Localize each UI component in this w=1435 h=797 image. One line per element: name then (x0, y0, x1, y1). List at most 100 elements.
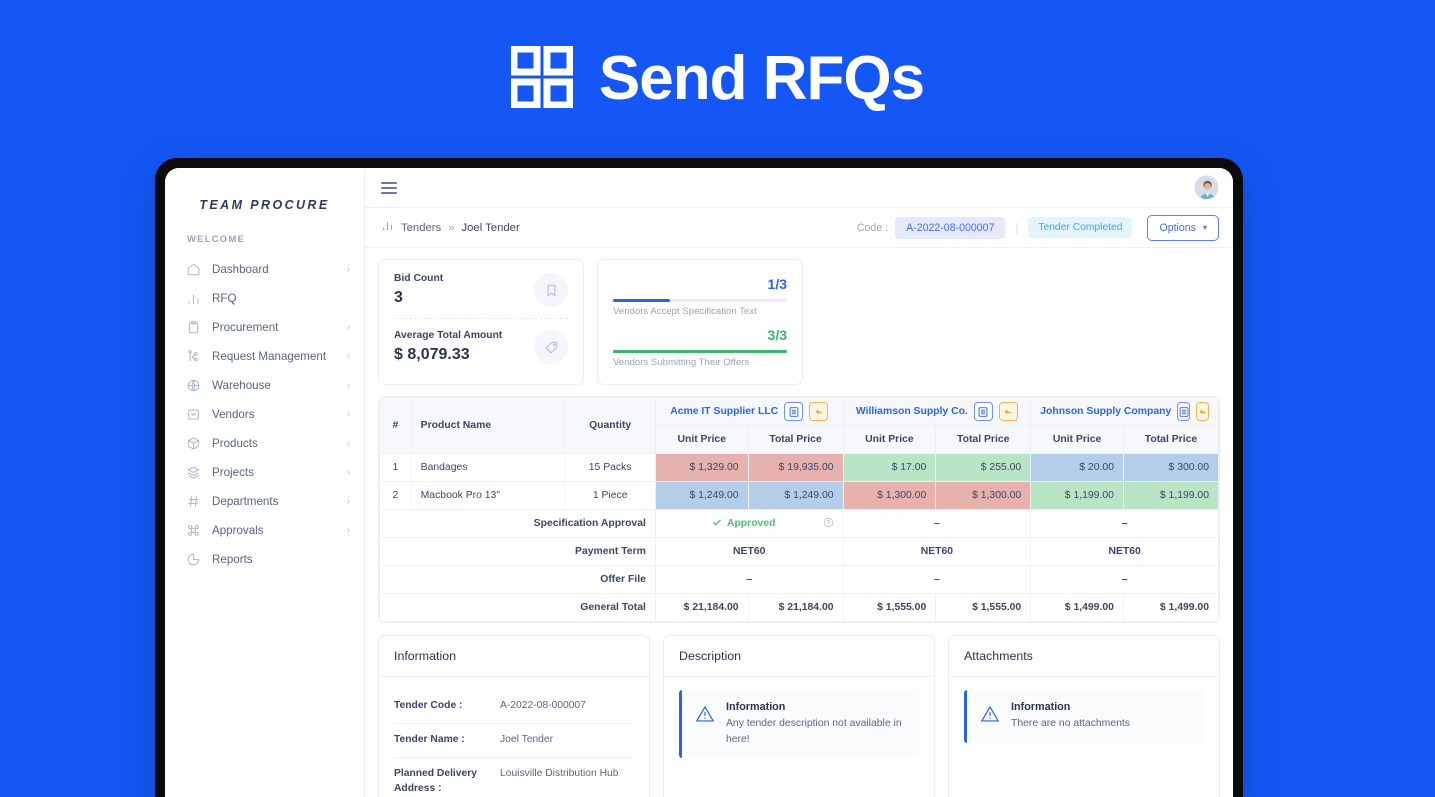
code-value-chip: A-2022-08-000007 (895, 216, 1006, 239)
info-value: A-2022-08-000007 (500, 700, 586, 711)
progress-fill (613, 299, 671, 302)
info-key: Planned Delivery Address : (394, 767, 477, 794)
description-alert-text-block: Information Any tender description not a… (726, 701, 906, 747)
sidebar-item-label: Products (212, 437, 258, 450)
breadcrumb-bar: Tenders » Joel Tender Code : A-2022-08-0… (365, 208, 1233, 248)
chevron-right-icon: › (346, 321, 350, 333)
options-button-label: Options (1159, 221, 1196, 234)
question-circle-icon[interactable] (823, 517, 834, 531)
col-total-price: Total Price (935, 425, 1032, 454)
information-card: Information Tender Code : A-2022-08-0000… (378, 635, 650, 797)
vendor-name: Acme IT Supplier LLC (670, 406, 779, 417)
sidebar-item-request-management[interactable]: Request Management › (165, 342, 364, 371)
clipboard-icon (186, 320, 201, 335)
info-row: Tender Code : A-2022-08-000007 (394, 690, 634, 724)
progress-item-accept: 1/3 Vendors Accept Specification Text (613, 276, 787, 317)
chevron-right-icon: › (346, 379, 350, 391)
layers-icon (186, 465, 201, 480)
list-lines-icon[interactable] (1177, 402, 1191, 421)
warning-triangle-icon (695, 701, 715, 747)
cell-total-price: $ 1,199.00 (1122, 481, 1219, 510)
col-quantity: Quantity (564, 397, 656, 454)
general-total-label: General Total (379, 593, 656, 622)
command-icon (186, 523, 201, 538)
sidebar-item-label: Dashboard (212, 263, 269, 276)
stats-filler (816, 259, 1220, 385)
chevron-right-icon: › (346, 466, 350, 478)
content-area: Bid Count 3 Average Total Amount $ 8,079… (365, 248, 1233, 797)
attachments-alert-text-block: Information There are no attachments (1011, 701, 1130, 732)
sidebar-item-approvals[interactable]: Approvals › (165, 516, 364, 545)
sidebar-item-procurement[interactable]: Procurement › (165, 313, 364, 342)
sidebar-item-label: Warehouse (212, 379, 271, 392)
information-card-title: Information (379, 636, 649, 677)
sidebar-item-label: Approvals (212, 524, 264, 537)
check-icon (712, 517, 722, 530)
col-product-name: Product Name (410, 397, 566, 454)
inbox-icon (186, 407, 201, 422)
average-total-label: Average Total Amount (394, 330, 503, 341)
sidebar-item-vendors[interactable]: Vendors › (165, 400, 364, 429)
general-total-unit: $ 1,555.00 (842, 593, 937, 622)
globe-icon (186, 378, 201, 393)
reply-arrow-icon[interactable] (1196, 402, 1209, 421)
list-lines-icon[interactable] (973, 402, 993, 421)
brand-logo[interactable]: TEAM PROCURE (165, 188, 364, 234)
sidebar-item-label: Projects (212, 466, 254, 479)
general-total-unit: $ 1,499.00 (1030, 593, 1124, 622)
col-index: # (379, 397, 412, 454)
general-total-total: $ 21,184.00 (747, 593, 844, 622)
chevron-right-icon: › (346, 263, 350, 275)
vendor-header-acme: Acme IT Supplier LLC (654, 397, 844, 426)
payment-term-williamson: NET60 (842, 537, 1032, 566)
col-total-price: Total Price (1122, 425, 1219, 454)
alert-title: Information (1011, 701, 1071, 713)
divider (394, 318, 568, 319)
chevron-down-icon: ▾ (1202, 223, 1207, 232)
sidebar-item-label: Vendors (212, 408, 255, 421)
home-icon (186, 262, 201, 277)
sidebar-item-projects[interactable]: Projects › (165, 458, 364, 487)
bid-count-value: 3 (394, 289, 403, 306)
list-lines-icon[interactable] (784, 402, 804, 421)
sidebar-item-dashboard[interactable]: Dashboard › (165, 255, 364, 284)
avatar[interactable] (1194, 175, 1219, 200)
hero-banner: Send RFQs (0, 0, 1435, 158)
average-total-block: Average Total Amount $ 8,079.33 (394, 330, 568, 364)
row-quantity: 1 Piece (564, 481, 656, 510)
cell-total-price: $ 1,249.00 (747, 481, 844, 510)
table-header-vendors: # Product Name Quantity Acme IT Supplier… (379, 397, 1219, 454)
sidebar-item-warehouse[interactable]: Warehouse › (165, 371, 364, 400)
sidebar-item-departments[interactable]: Departments › (165, 487, 364, 516)
sidebar-item-label: Reports (212, 553, 253, 566)
tag-icon (534, 330, 568, 364)
approved-label: Approved (726, 517, 776, 529)
pie-chart-icon (186, 552, 201, 567)
hamburger-icon[interactable] (381, 181, 397, 194)
description-alert: Information Any tender description not a… (679, 690, 919, 759)
top-bar (365, 168, 1233, 208)
chevron-right-icon: › (346, 524, 350, 536)
reply-arrow-icon[interactable] (809, 402, 829, 421)
sidebar-item-reports[interactable]: Reports (165, 545, 364, 574)
spec-approval-johnson: – (1030, 509, 1219, 538)
summary-card: Bid Count 3 Average Total Amount $ 8,079… (378, 259, 584, 385)
table-row-payment-term: Payment Term NET60 NET60 NET60 (379, 537, 1219, 566)
options-button[interactable]: Options ▾ (1147, 214, 1219, 241)
cell-unit-price: $ 1,300.00 (842, 481, 937, 510)
payment-term-acme: NET60 (654, 537, 844, 566)
sidebar-item-products[interactable]: Products › (165, 429, 364, 458)
description-card: Description Information Any tender descr… (663, 635, 935, 797)
chevron-right-icon: › (346, 495, 350, 507)
cell-unit-price: $ 20.00 (1030, 453, 1124, 482)
sidebar-item-rfq[interactable]: RFQ (165, 284, 364, 313)
chevron-right-icon: › (346, 408, 350, 420)
progress-value: 1/3 (767, 276, 787, 292)
general-total-unit: $ 21,184.00 (654, 593, 749, 622)
cell-total-price: $ 300.00 (1122, 453, 1219, 482)
bid-count-label: Bid Count (394, 273, 444, 284)
breadcrumb-root[interactable]: Tenders (401, 222, 441, 234)
row-index: 2 (379, 481, 412, 510)
progress-item-offers: 3/3 Vendors Submitting Their Offers (613, 327, 787, 368)
reply-arrow-icon[interactable] (998, 402, 1018, 421)
